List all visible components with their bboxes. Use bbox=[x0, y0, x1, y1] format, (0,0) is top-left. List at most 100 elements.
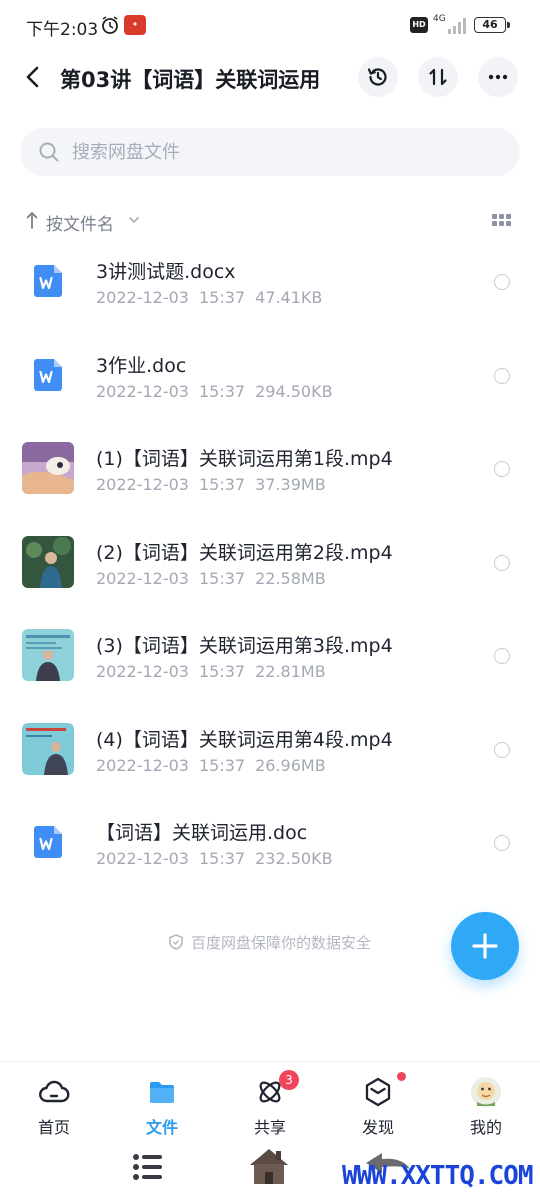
file-row[interactable]: (3)【词语】关联词运用第3段.mp4 2022-12-03 15:37 22.81… bbox=[0, 609, 540, 703]
grid-view-icon[interactable] bbox=[492, 214, 512, 228]
more-button[interactable] bbox=[478, 57, 518, 97]
signal-icon bbox=[448, 18, 466, 34]
avatar bbox=[471, 1077, 501, 1107]
file-meta: 2022-12-03 15:37 22.81MB bbox=[96, 662, 336, 681]
cube-discover-icon bbox=[365, 1077, 391, 1107]
file-row[interactable]: 3讲测试题.docx 2022-12-03 15:37 47.41KB bbox=[0, 235, 540, 329]
back-button[interactable] bbox=[18, 62, 48, 92]
file-date: 2022-12-03 bbox=[96, 475, 189, 494]
status-bar: 下午2:03 • HD 4G 46 bbox=[0, 0, 540, 52]
file-time: 15:37 bbox=[198, 568, 246, 588]
history-icon bbox=[367, 68, 387, 86]
select-radio[interactable] bbox=[494, 274, 510, 290]
file-size: 294.50KB bbox=[255, 381, 333, 401]
plus-icon bbox=[472, 933, 498, 959]
status-time: 下午2:03 bbox=[26, 20, 99, 40]
select-radio[interactable] bbox=[494, 835, 510, 851]
search-input[interactable] bbox=[72, 128, 492, 176]
file-time: 15:37 bbox=[198, 755, 246, 775]
tab-label: 首页 bbox=[37, 1118, 70, 1137]
file-time: 15:37 bbox=[198, 662, 246, 681]
sort-arrows-icon bbox=[429, 68, 447, 86]
search-icon bbox=[39, 142, 59, 162]
file-date: 2022-12-03 bbox=[96, 568, 189, 588]
chevron-down-icon[interactable] bbox=[128, 215, 140, 225]
tab-discover[interactable]: 发现 bbox=[333, 1072, 423, 1140]
file-name: 3讲测试题.docx bbox=[96, 261, 236, 283]
file-time: 15:37 bbox=[198, 849, 246, 868]
tab-home[interactable]: 首页 bbox=[9, 1076, 99, 1140]
file-size: 22.58MB bbox=[255, 568, 326, 588]
notification-app-icon: • bbox=[124, 15, 146, 35]
security-text: 百度网盘保障你的数据安全 bbox=[190, 934, 371, 952]
file-row[interactable]: (1)【词语】关联词运用第1段.mp4 2022-12-03 15:37 37.39… bbox=[0, 422, 540, 516]
watermark-text: WWW.XXTTQ.COM bbox=[342, 1161, 533, 1191]
file-row[interactable]: 3作业.doc 2022-12-03 15:37 294.50KB bbox=[0, 329, 540, 423]
select-radio[interactable] bbox=[494, 461, 510, 477]
page-title: 第03讲【词语】关联词运用 bbox=[60, 68, 321, 92]
select-radio[interactable] bbox=[494, 741, 510, 758]
folder-icon bbox=[150, 1082, 174, 1103]
tab-label: 文件 bbox=[145, 1118, 178, 1137]
more-dots-icon bbox=[488, 74, 508, 80]
video-thumbnail bbox=[22, 535, 74, 588]
file-meta: 2022-12-03 15:37 232.50KB bbox=[96, 849, 343, 868]
video-thumbnail bbox=[22, 722, 74, 775]
file-size: 26.96MB bbox=[255, 755, 326, 775]
file-row[interactable]: (4)【词语】关联词运用第4段.mp4 2022-12-03 15:37 26.96… bbox=[0, 703, 540, 797]
hd-indicator: HD bbox=[410, 17, 428, 33]
file-row[interactable]: 【词语】关联词运用.doc 2022-12-03 15:37 232.50KB bbox=[0, 796, 540, 890]
tab-label: 共享 bbox=[253, 1118, 286, 1137]
select-radio[interactable] bbox=[494, 648, 510, 664]
title-bar: 第03讲【词语】关联词运用 bbox=[0, 52, 540, 104]
file-size: 232.50KB bbox=[255, 849, 333, 868]
system-nav-bar: WWW.XXTTQ.COM bbox=[0, 1139, 540, 1200]
sort-up-arrow-icon[interactable] bbox=[24, 210, 40, 230]
notification-badge: 3 bbox=[279, 1070, 299, 1090]
file-size: 22.81MB bbox=[255, 662, 326, 681]
sort-row: 按文件名 bbox=[0, 204, 540, 238]
file-size: 47.41KB bbox=[255, 288, 323, 307]
file-time: 15:37 bbox=[198, 288, 246, 307]
file-date: 2022-12-03 bbox=[96, 849, 189, 868]
add-fab-button[interactable] bbox=[451, 912, 519, 980]
recent-apps-icon[interactable] bbox=[130, 1149, 166, 1185]
file-name: 【词语】关联词运用.doc bbox=[96, 822, 308, 844]
file-date: 2022-12-03 bbox=[96, 662, 189, 681]
history-button[interactable] bbox=[358, 57, 398, 97]
file-date: 2022-12-03 bbox=[96, 755, 189, 775]
video-thumbnail bbox=[22, 629, 74, 681]
tab-files[interactable]: 文件 bbox=[117, 1076, 207, 1140]
tab-label: 发现 bbox=[361, 1118, 394, 1137]
file-name: 3作业.doc bbox=[96, 354, 187, 377]
home-house-icon[interactable] bbox=[246, 1143, 292, 1189]
notification-dot bbox=[397, 1072, 406, 1081]
tab-share[interactable]: 3 共享 bbox=[225, 1070, 315, 1140]
file-date: 2022-12-03 bbox=[96, 288, 189, 307]
file-name: (3)【词语】关联词运用第3段.mp4 bbox=[96, 635, 393, 657]
file-meta: 2022-12-03 15:37 26.96MB bbox=[96, 756, 336, 775]
word-doc-icon bbox=[34, 358, 62, 391]
file-meta: 2022-12-03 15:37 294.50KB bbox=[96, 382, 343, 401]
file-time: 15:37 bbox=[198, 381, 246, 401]
word-doc-icon bbox=[34, 826, 62, 858]
word-doc-icon bbox=[34, 265, 62, 297]
search-bar[interactable] bbox=[20, 128, 520, 176]
file-list: 3讲测试题.docx 2022-12-03 15:37 47.41KB 3作业.do… bbox=[0, 235, 540, 890]
file-row[interactable]: (2)【词语】关联词运用第2段.mp4 2022-12-03 15:37 22.58… bbox=[0, 516, 540, 610]
file-meta: 2022-12-03 15:37 22.58MB bbox=[96, 569, 336, 588]
tab-profile[interactable]: 我的 bbox=[441, 1076, 531, 1140]
select-radio[interactable] bbox=[494, 554, 510, 571]
tab-label: 我的 bbox=[469, 1118, 502, 1137]
sort-order-button[interactable] bbox=[418, 57, 458, 97]
video-thumbnail bbox=[22, 442, 74, 494]
bottom-tab-bar: 首页 文件 3 共享 发现 我的 bbox=[0, 1061, 540, 1139]
sort-label[interactable]: 按文件名 bbox=[46, 210, 114, 235]
file-size: 37.39MB bbox=[255, 475, 326, 494]
select-radio[interactable] bbox=[494, 367, 510, 384]
file-date: 2022-12-03 bbox=[96, 381, 189, 401]
cloud-home-icon bbox=[39, 1080, 70, 1103]
file-meta: 2022-12-03 15:37 47.41KB bbox=[96, 288, 332, 307]
file-meta: 2022-12-03 15:37 37.39MB bbox=[96, 475, 336, 494]
alarm-icon bbox=[102, 16, 118, 34]
